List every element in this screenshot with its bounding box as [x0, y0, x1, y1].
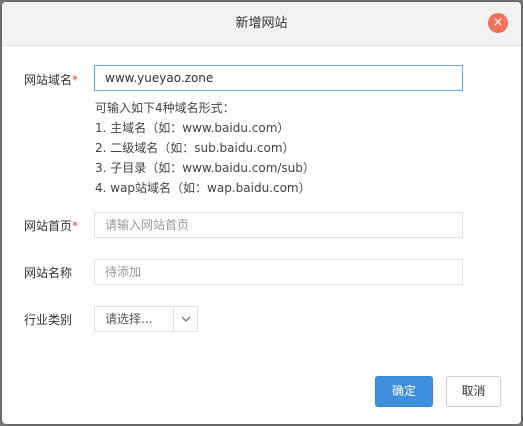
hint-line: 2. 二级域名（如：sub.baidu.com）	[95, 141, 295, 155]
industry-select[interactable]: 请选择...	[94, 306, 198, 332]
dialog-title: 新增网站	[235, 16, 288, 31]
domain-hints: 可输入如下4种域名形式： 1. 主域名（如：www.baidu.com） 2. …	[95, 98, 315, 198]
hint-line: 3. 子目录（如：www.baidu.com/sub）	[95, 161, 315, 175]
industry-select-value: 请选择...	[105, 312, 153, 326]
domain-input[interactable]	[94, 65, 463, 91]
industry-label: 行业类别	[24, 313, 73, 327]
hint-line: 可输入如下4种域名形式：	[95, 101, 235, 115]
homepage-label-text: 网站首页	[24, 219, 73, 233]
chevron-down-icon[interactable]	[174, 307, 197, 331]
required-mark: *	[72, 73, 79, 87]
dialog-titlebar: 新增网站 ×	[2, 2, 521, 46]
domain-label-text: 网站域名	[24, 73, 73, 87]
site-name-label: 网站名称	[24, 266, 73, 280]
close-icon[interactable]: ×	[488, 13, 508, 33]
hint-line: 4. wap站域名（如：wap.baidu.com）	[95, 181, 311, 195]
ok-button[interactable]: 确定	[375, 376, 433, 407]
required-mark: *	[72, 219, 79, 233]
homepage-input[interactable]	[94, 212, 463, 238]
site-name-input[interactable]	[94, 259, 463, 285]
cancel-button[interactable]: 取消	[446, 376, 501, 407]
domain-label: 网站域名*	[24, 71, 78, 88]
hint-line: 1. 主域名（如：www.baidu.com）	[95, 121, 290, 135]
homepage-label: 网站首页*	[24, 217, 78, 234]
add-website-dialog: 新增网站 × 网站域名* 可输入如下4种域名形式： 1. 主域名（如：www.b…	[2, 2, 521, 424]
